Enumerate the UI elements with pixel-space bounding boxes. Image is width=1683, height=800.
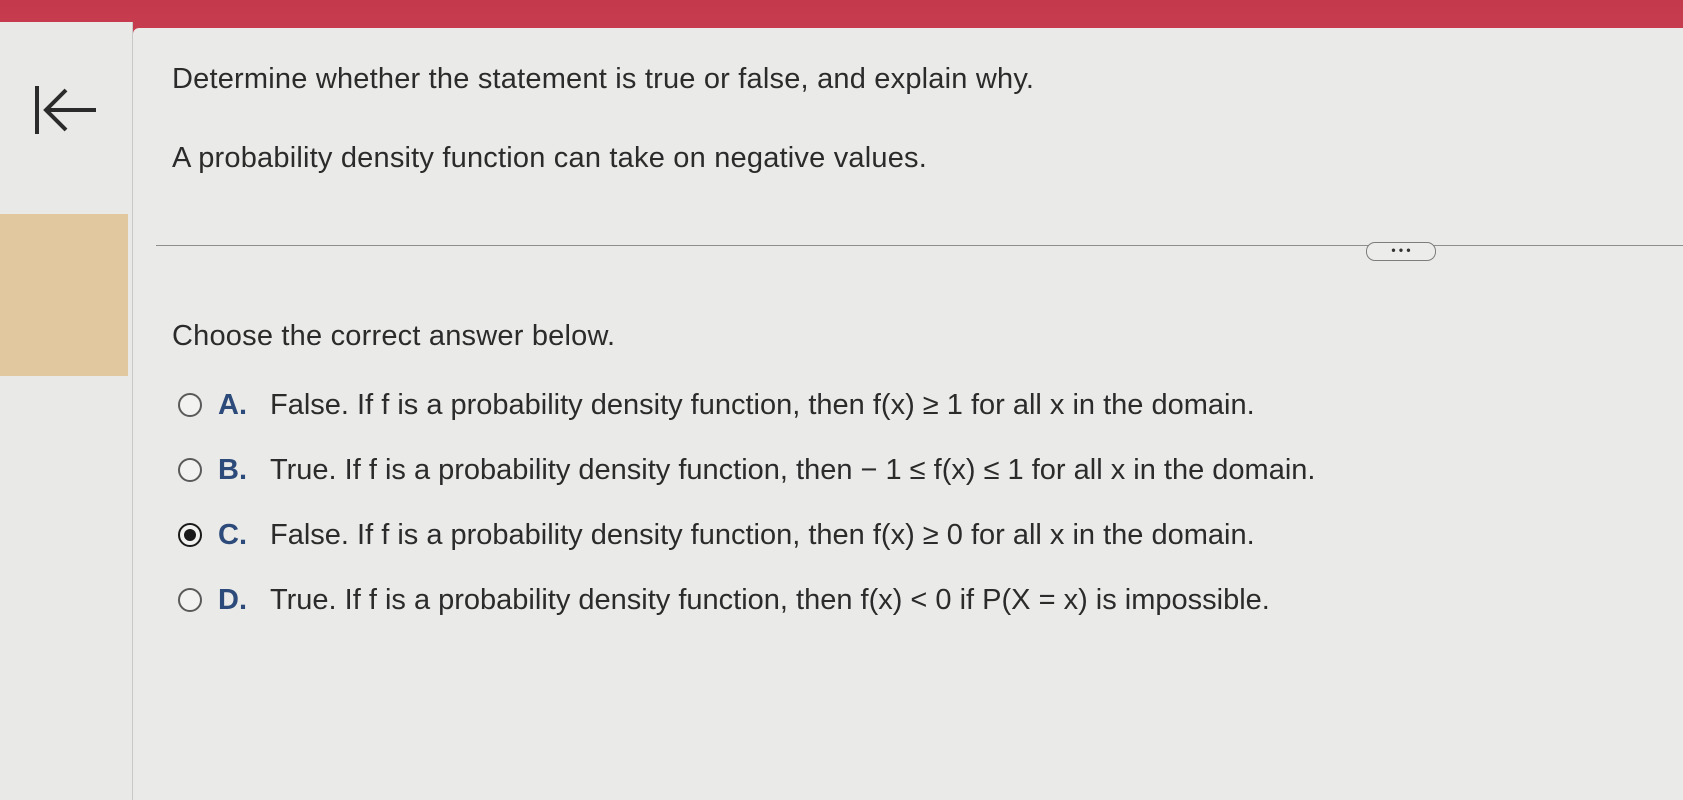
radio-button[interactable] — [178, 393, 202, 417]
answer-option-a[interactable]: A. False. If f is a probability density f… — [178, 383, 1255, 427]
option-letter: B. — [218, 453, 247, 486]
answer-option-c[interactable]: C. False. If f is a probability density f… — [178, 513, 1255, 557]
first-question-button[interactable] — [30, 82, 104, 138]
left-panel — [0, 22, 133, 800]
radio-button[interactable] — [178, 523, 202, 547]
first-page-arrow-icon — [35, 86, 96, 134]
more-options-button[interactable]: • • • — [1366, 242, 1436, 261]
question-instruction: Determine whether the statement is true … — [172, 63, 1035, 95]
option-text: True. If f is a probability density func… — [270, 583, 1270, 616]
option-text: False. If f is a probability density fun… — [270, 518, 1255, 551]
option-text: True. If f is a probability density func… — [270, 453, 1316, 486]
section-divider — [156, 245, 1683, 246]
option-letter: C. — [218, 518, 247, 551]
question-statement: A probability density function can take … — [172, 142, 927, 174]
left-panel-accent — [0, 214, 128, 376]
answer-option-d[interactable]: D. True. If f is a probability density fu… — [178, 578, 1270, 622]
option-letter: A. — [218, 388, 247, 421]
radio-button[interactable] — [178, 458, 202, 482]
option-letter: D. — [218, 583, 247, 616]
radio-button[interactable] — [178, 588, 202, 612]
option-text: False. If f is a probability density fun… — [270, 388, 1255, 421]
choose-prompt: Choose the correct answer below. — [172, 320, 616, 352]
answer-option-b[interactable]: B. True. If f is a probability density fu… — [178, 448, 1315, 492]
